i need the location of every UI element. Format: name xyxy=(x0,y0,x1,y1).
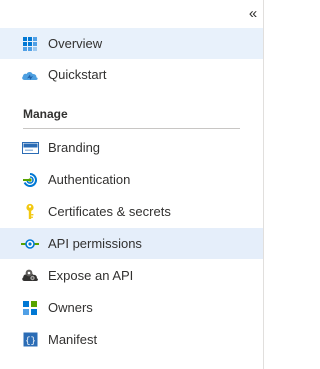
nav-label-overview: Overview xyxy=(48,36,103,51)
svg-text:{}: {} xyxy=(25,336,36,346)
nav-item-quickstart[interactable]: Quickstart xyxy=(0,59,263,90)
api-permissions-icon xyxy=(21,235,39,253)
nav-label-quickstart: Quickstart xyxy=(48,67,107,82)
nav-label-api-permissions: API permissions xyxy=(48,236,142,251)
overview-grid-icon xyxy=(21,35,39,53)
nav-label-branding: Branding xyxy=(48,140,101,155)
nav-item-overview[interactable]: Overview xyxy=(0,28,263,59)
collapse-menu-button[interactable]: « xyxy=(244,5,262,23)
nav-label-authentication: Authentication xyxy=(48,172,131,187)
navigation-menu: « Overview Quickstart Manage Branding Au… xyxy=(0,0,264,369)
nav-label-owners: Owners xyxy=(48,300,93,315)
nav-label-certificates-secrets: Certificates & secrets xyxy=(48,204,171,219)
nav-item-expose-an-api[interactable]: Expose an API xyxy=(0,260,263,291)
section-header-manage: Manage xyxy=(23,107,68,121)
nav-item-manifest[interactable]: {} Manifest xyxy=(0,324,263,355)
cloud-gear-icon xyxy=(21,267,39,285)
nav-item-api-permissions[interactable]: API permissions xyxy=(0,228,263,259)
nav-item-owners[interactable]: Owners xyxy=(0,292,263,323)
quickstart-cloud-icon xyxy=(21,66,39,84)
section-divider xyxy=(23,128,240,129)
nav-label-manifest: Manifest xyxy=(48,332,98,347)
nav-item-authentication[interactable]: Authentication xyxy=(0,164,263,195)
branding-icon xyxy=(21,139,39,157)
authentication-icon xyxy=(21,171,39,189)
owners-icon xyxy=(21,299,39,317)
nav-item-certificates-secrets[interactable]: Certificates & secrets xyxy=(0,196,263,227)
nav-label-expose-an-api: Expose an API xyxy=(48,268,134,283)
key-icon xyxy=(21,203,39,221)
nav-item-branding[interactable]: Branding xyxy=(0,132,263,163)
manifest-icon: {} xyxy=(21,331,39,349)
